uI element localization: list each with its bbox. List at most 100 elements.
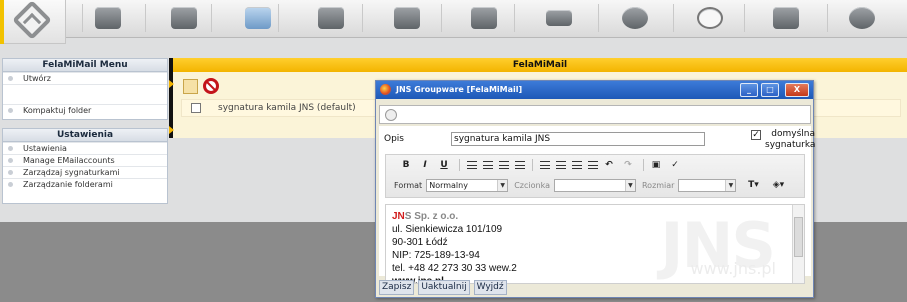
maximize-button[interactable]: □ [761,83,779,97]
close-button[interactable]: X [785,83,809,97]
settings-item-folders[interactable]: Zarządzanie folderami [3,178,167,190]
default-checkbox[interactable]: ✓ [751,130,761,140]
delete-signature-icon[interactable] [203,78,219,94]
toolbar-separator [211,4,212,32]
minimize-button[interactable]: _ [740,83,758,97]
bullet-icon [8,108,13,113]
size-select[interactable]: ▼ [678,178,737,192]
unordered-list-icon[interactable] [556,161,566,169]
chevron-down-icon: ▼ [497,179,508,191]
align-justify-icon[interactable] [515,161,525,169]
signature-tel: tel. +48 42 273 30 33 wew.2 [392,263,517,274]
toolbar-separator [598,4,599,32]
opis-label: Opis [384,134,404,144]
tasks-icon[interactable] [466,3,502,33]
signature-editor[interactable]: JNS www.jns.pl JNS Sp. z o.o. ul. Sienki… [385,204,805,284]
logo-accent [0,0,4,44]
signature-row-label: sygnatura kamila JNS (default) [218,103,356,113]
align-center-icon[interactable] [483,161,493,169]
format-label: Format [394,180,423,190]
infolog-icon[interactable] [617,3,653,33]
signature-content: JNS Sp. z o.o. ul. Sienkiewicza 101/109 … [392,210,517,283]
signature-company: JNS Sp. z o.o. [392,211,459,222]
ordered-list-icon[interactable] [540,161,550,169]
bullet-icon [8,170,13,175]
dashboard-icon[interactable] [90,3,126,33]
address-bar[interactable] [379,105,811,124]
menu-item-empty [3,84,167,104]
toolbar-separator [643,159,644,171]
toolbar-separator [744,4,745,32]
bullet-icon [8,146,13,151]
menu-item-compose[interactable]: Utwórz [3,72,167,84]
underline-button[interactable]: U [436,158,452,172]
mail-icon[interactable] [240,3,276,33]
undo-icon[interactable]: ↶ [601,158,617,172]
dialog-footer: Zapisz Uaktualnij Wyjdź [379,279,811,295]
settings-item-preferences[interactable]: Ustawienia [3,142,167,154]
size-label: Rozmiar [641,180,675,190]
collapse-arrow-icon[interactable] [169,126,174,134]
signature-dialog: JNS Groupware [FelaMiMail] _ □ X Opis sy… [375,80,815,298]
search-icon[interactable] [844,3,880,33]
toolbar-row-1: B I U ↶ ↷ ▣ ✓ [398,157,686,173]
dialog-title: JNS Groupware [FelaMiMail] [396,85,523,94]
save-button[interactable]: Zapisz [379,279,415,295]
add-signature-icon[interactable] [183,79,198,94]
top-toolbar [0,0,907,44]
outdent-icon[interactable] [572,161,582,169]
text-color-icon[interactable]: T▾ [742,178,764,192]
bullet-icon [8,182,13,187]
toolbar-row-2: Format Normalny ▼ Czcionka ▼ Rozmiar ▼ T▾… [394,177,792,193]
globe-icon [385,109,397,121]
bullet-icon [8,158,13,163]
redo-icon[interactable]: ↷ [620,158,636,172]
align-right-icon[interactable] [499,161,509,169]
toolbar-separator [441,4,442,32]
toolbar-separator [514,4,515,32]
bg-color-icon[interactable]: ◈▾ [767,178,789,192]
panel-title: FelaMiMail Menu [3,59,167,72]
menu-item-compact-folder[interactable]: Kompaktuj folder [3,104,167,116]
settings-item-signatures[interactable]: Zarządzaj sygnaturkami [3,166,167,178]
spellcheck-icon[interactable]: ✓ [667,158,683,172]
toolbar-separator [459,159,460,171]
italic-button[interactable]: I [417,158,433,172]
panel-title: Ustawienia [3,129,167,142]
calendar-icon[interactable] [313,3,349,33]
settings-item-email-accounts[interactable]: Manage EMailaccounts [3,154,167,166]
contacts-icon[interactable] [389,3,425,33]
toolbar-separator [673,4,674,32]
bold-button[interactable]: B [398,158,414,172]
toolbar-separator [278,4,279,32]
home-icon[interactable] [166,3,202,33]
toolbar-separator [532,159,533,171]
scrollbar-thumb[interactable] [794,217,803,257]
image-icon[interactable]: ▣ [648,158,664,172]
format-select[interactable]: Normalny ▼ [426,178,509,192]
egroupware-logo[interactable] [0,0,66,44]
indent-icon[interactable] [588,161,598,169]
projects-icon[interactable] [541,3,577,33]
browser-icon [380,84,391,95]
dialog-title-bar[interactable]: JNS Groupware [FelaMiMail] _ □ X [376,81,813,99]
font-label: Czcionka [514,180,550,190]
opis-input[interactable]: sygnatura kamila JNS [451,132,705,146]
files-icon[interactable] [768,3,804,33]
felamimail-menu-panel: FelaMiMail Menu Utwórz Kompaktuj folder [2,58,168,120]
exit-button[interactable]: Wyjdź [473,279,507,295]
signature-street: ul. Sienkiewicza 101/109 [392,224,503,235]
editor-toolbar: B I U ↶ ↷ ▣ ✓ Format Normalny ▼ Czcionka… [385,154,805,198]
font-select[interactable]: ▼ [553,178,636,192]
editor-scrollbar[interactable] [792,205,804,283]
collapse-arrow-icon[interactable] [169,80,174,88]
bullet-icon [8,76,13,81]
main-title-bar: FelaMiMail [169,58,907,72]
signature-checkbox[interactable] [191,103,201,113]
signature-nip: NIP: 725-189-13-94 [392,250,480,261]
align-left-icon[interactable] [467,161,477,169]
apply-button[interactable]: Uaktualnij [418,279,470,295]
toolbar-separator [82,4,83,32]
timesheet-icon[interactable] [692,3,728,33]
chevron-down-icon: ▼ [624,179,635,191]
